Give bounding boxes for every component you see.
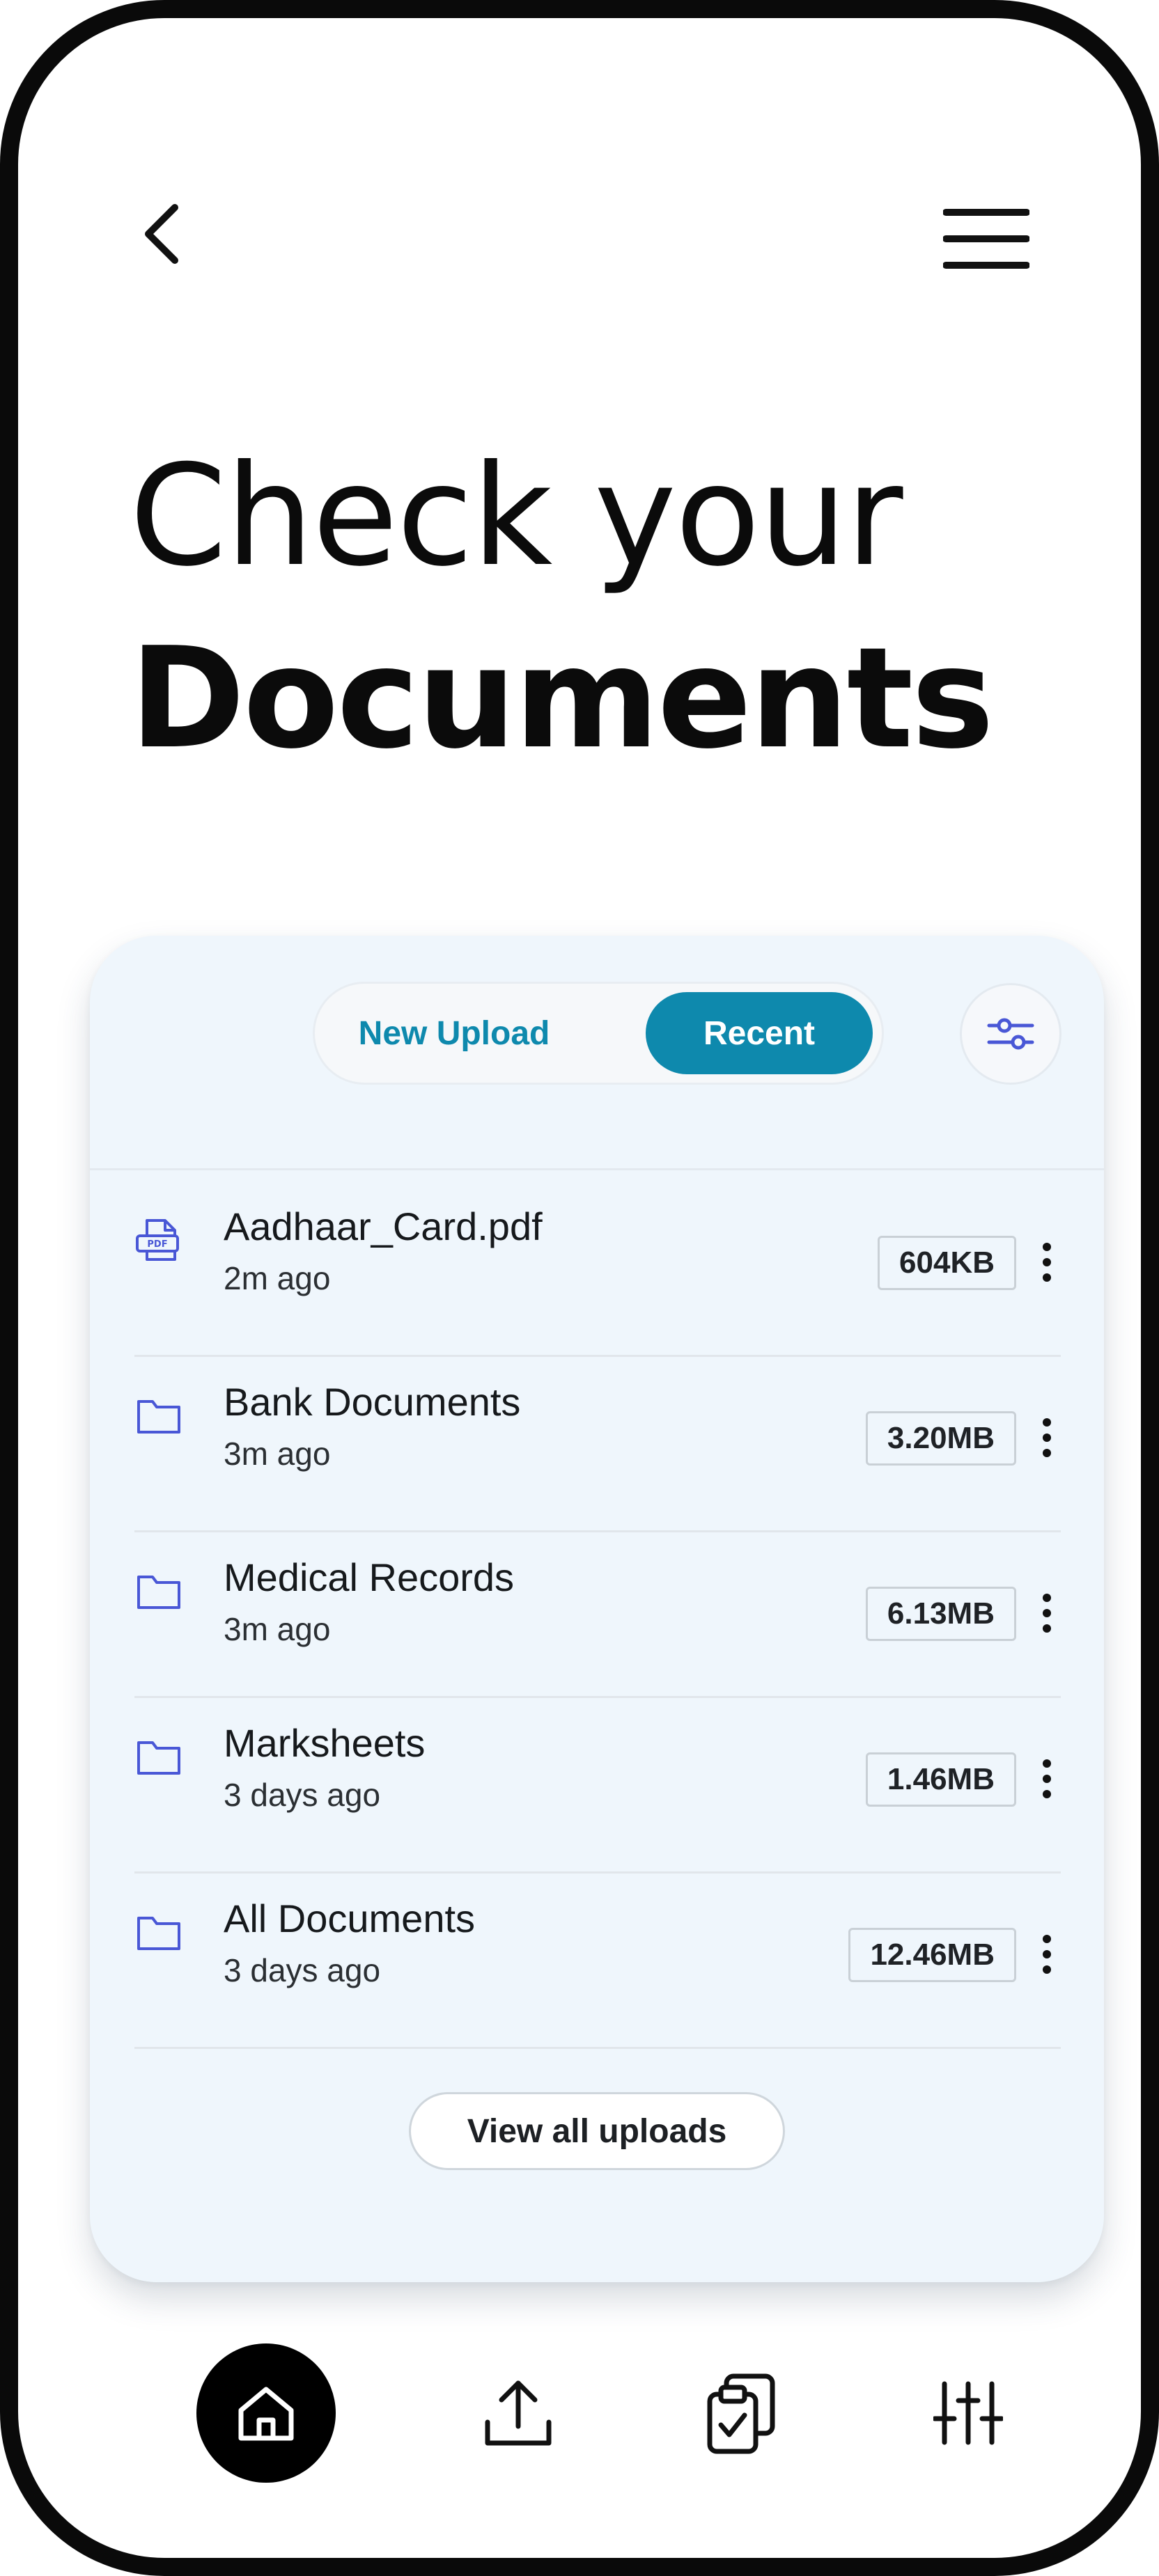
nav-home[interactable] [196, 2343, 336, 2483]
list-item[interactable]: PDF Aadhaar_Card.pdf 2m ago 604KB [134, 1170, 1061, 1357]
upload-tabs: New Upload Recent [313, 982, 884, 1085]
file-time: 3 days ago [224, 1777, 381, 1813]
folder-icon [137, 1917, 180, 1950]
file-time: 3m ago [224, 1611, 331, 1647]
file-size-badge: 1.46MB [865, 1752, 1016, 1807]
file-name: Aadhaar_Card.pdf [224, 1204, 543, 1248]
view-all-uploads-button[interactable]: View all uploads [409, 2092, 785, 2170]
list-item[interactable]: Bank Documents 3m ago 3.20MB [134, 1357, 1061, 1532]
kebab-menu-icon [1043, 1418, 1051, 1457]
nav-upload[interactable] [469, 2364, 567, 2462]
clipboard-check-icon [707, 2373, 775, 2454]
phone-frame: Check your Documents New Upload Recent P… [0, 0, 1159, 2576]
file-time: 3m ago [224, 1436, 331, 1472]
file-name: Bank Documents [224, 1380, 521, 1424]
settings-sliders-icon [933, 2381, 1003, 2445]
more-options-button[interactable] [1026, 1578, 1068, 1648]
file-size-badge: 12.46MB [848, 1928, 1016, 1982]
filter-button[interactable] [960, 983, 1061, 1085]
file-size-badge: 604KB [878, 1236, 1016, 1290]
kebab-menu-icon [1043, 1243, 1051, 1282]
sliders-filter-icon [987, 1018, 1034, 1050]
file-name: All Documents [224, 1896, 476, 1940]
more-options-button[interactable] [1026, 1227, 1068, 1297]
page-title: Check your Documents [130, 425, 994, 790]
kebab-menu-icon [1043, 1594, 1051, 1633]
home-icon [238, 2387, 294, 2441]
page-title-line2: Documents [130, 618, 994, 780]
pdf-file-icon: PDF [136, 1219, 179, 1261]
documents-card: New Upload Recent PDF Aadhaar_Card.pdf 2… [90, 936, 1104, 2282]
folder-icon [137, 1576, 180, 1609]
folder-icon [137, 1400, 180, 1434]
page-title-line1: Check your [130, 435, 903, 597]
more-options-button[interactable] [1026, 1919, 1068, 1989]
list-item[interactable]: All Documents 3 days ago 12.46MB [134, 1874, 1061, 2049]
tab-recent[interactable]: Recent [646, 992, 873, 1074]
file-time: 2m ago [224, 1260, 331, 1296]
kebab-menu-icon [1043, 1759, 1051, 1798]
svg-text:PDF: PDF [147, 1239, 167, 1250]
chevron-left-icon [145, 204, 178, 264]
back-button[interactable] [123, 192, 199, 276]
kebab-menu-icon [1043, 1935, 1051, 1974]
file-time: 3 days ago [224, 1952, 381, 1988]
tab-new-upload[interactable]: New Upload [329, 992, 580, 1074]
hamburger-menu-icon [943, 209, 1029, 269]
folder-icon [137, 1741, 180, 1775]
file-size-badge: 3.20MB [865, 1411, 1016, 1466]
upload-icon [485, 2380, 552, 2446]
file-size-badge: 6.13MB [865, 1587, 1016, 1641]
file-name: Marksheets [224, 1721, 426, 1765]
file-name: Medical Records [224, 1555, 515, 1599]
nav-settings[interactable] [919, 2364, 1017, 2462]
menu-button[interactable] [938, 201, 1035, 277]
list-item[interactable]: Marksheets 3 days ago 1.46MB [134, 1698, 1061, 1874]
more-options-button[interactable] [1026, 1744, 1068, 1814]
nav-documents[interactable] [692, 2364, 790, 2462]
bottom-nav [18, 2330, 1141, 2497]
list-item[interactable]: Medical Records 3m ago 6.13MB [134, 1532, 1061, 1698]
more-options-button[interactable] [1026, 1403, 1068, 1472]
